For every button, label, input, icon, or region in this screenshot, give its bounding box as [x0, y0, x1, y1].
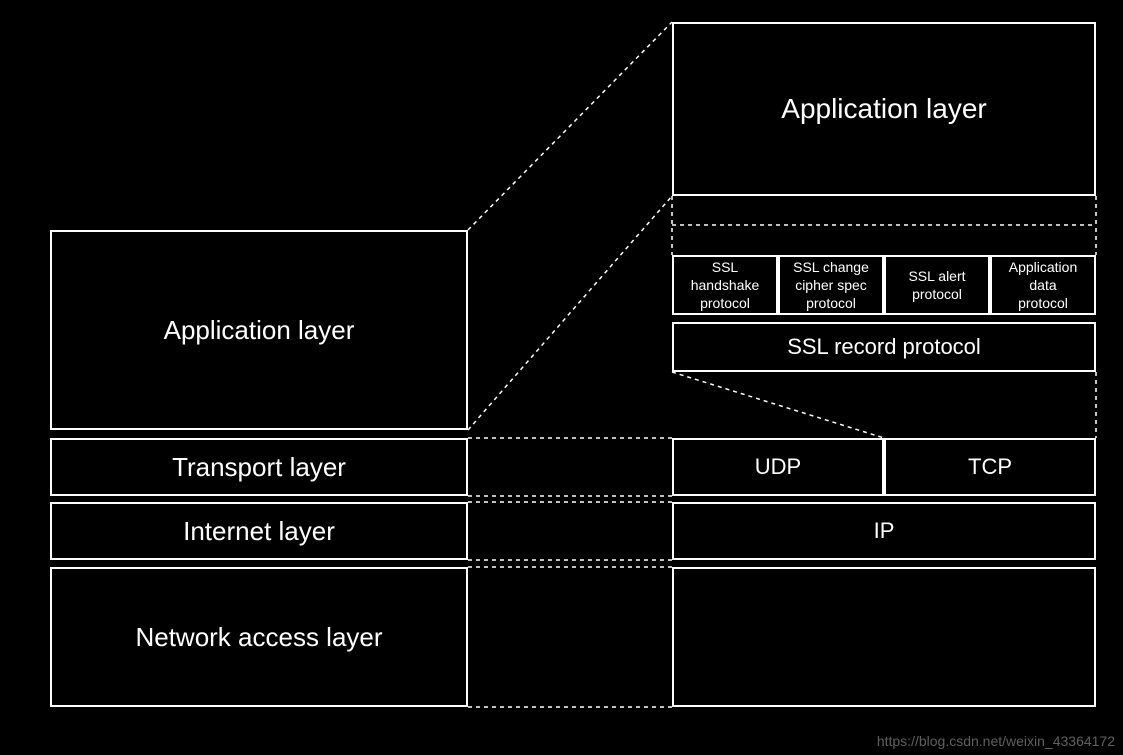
label: Transport layer	[172, 452, 346, 483]
label: SSL record protocol	[787, 334, 981, 360]
label: Application layer	[781, 93, 986, 125]
label: Application data protocol	[1009, 258, 1078, 313]
ssl-handshake-protocol: SSL handshake protocol	[672, 255, 778, 315]
udp-box: UDP	[672, 438, 884, 496]
label: IP	[874, 518, 895, 544]
ssl-record-protocol: SSL record protocol	[672, 322, 1096, 372]
left-transport-layer: Transport layer	[50, 438, 468, 496]
label: Network access layer	[135, 622, 382, 653]
left-internet-layer: Internet layer	[50, 502, 468, 560]
ssl-change-cipher-spec-protocol: SSL change cipher spec protocol	[778, 255, 884, 315]
right-network-access-box	[672, 567, 1096, 707]
label: SSL handshake protocol	[691, 258, 760, 313]
left-application-layer: Application layer	[50, 230, 468, 430]
label: Application layer	[164, 315, 355, 346]
tcp-box: TCP	[884, 438, 1096, 496]
label: Internet layer	[183, 516, 335, 547]
ip-box: IP	[672, 502, 1096, 560]
label: TCP	[968, 454, 1012, 480]
watermark-text: https://blog.csdn.net/weixin_43364172	[877, 733, 1115, 749]
label: SSL alert protocol	[908, 267, 965, 303]
right-application-layer: Application layer	[672, 22, 1096, 196]
left-network-access-layer: Network access layer	[50, 567, 468, 707]
ssl-alert-protocol: SSL alert protocol	[884, 255, 990, 315]
watermark: https://blog.csdn.net/weixin_43364172	[877, 733, 1115, 749]
label: UDP	[755, 454, 801, 480]
label: SSL change cipher spec protocol	[793, 258, 869, 313]
application-data-protocol: Application data protocol	[990, 255, 1096, 315]
